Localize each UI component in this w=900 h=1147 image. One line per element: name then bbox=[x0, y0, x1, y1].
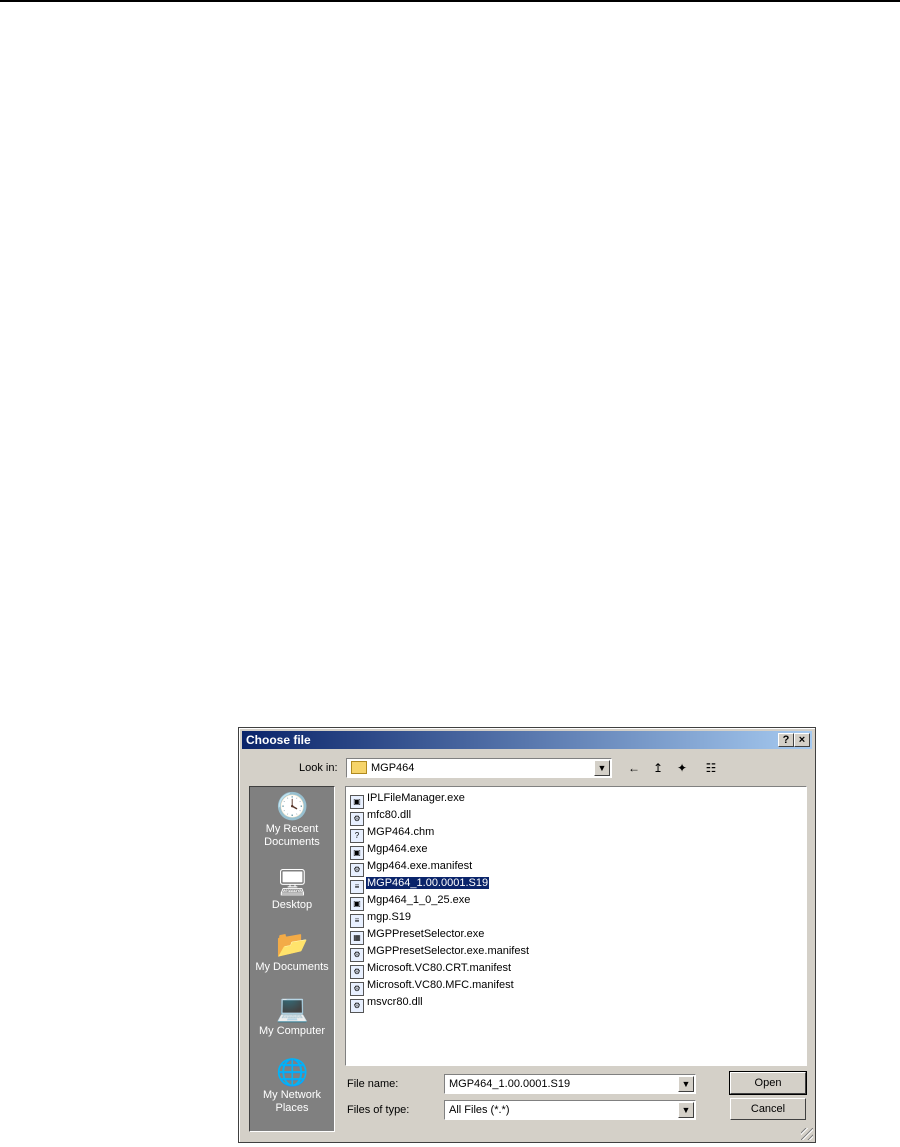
help-button[interactable]: ? bbox=[778, 733, 794, 747]
file-item[interactable]: ▣ Mgp464.exe bbox=[350, 841, 429, 860]
desktop-icon: 🖥 bbox=[276, 867, 310, 897]
back-icon[interactable]: ← bbox=[625, 760, 643, 776]
files-of-type-label: Files of type: bbox=[347, 1104, 410, 1116]
file-item[interactable]: ▦ MGPPresetSelector.exe bbox=[350, 926, 485, 945]
file-item[interactable]: ⚙ Microsoft.VC80.CRT.manifest bbox=[350, 960, 512, 979]
place-my-computer[interactable]: 💻 My Computer bbox=[250, 993, 334, 1038]
place-my-documents[interactable]: 📂 My Documents bbox=[250, 929, 334, 974]
resize-grip[interactable] bbox=[801, 1128, 813, 1140]
choose-file-dialog: Choose file ? × Look in: MGP464 ▼ ← ↥ ✦ … bbox=[238, 727, 816, 1143]
title-bar[interactable]: Choose file ? × bbox=[242, 731, 812, 749]
file-list[interactable]: ▣ IPLFileManager.exe ⚙ mfc80.dll ? MGP464.c… bbox=[345, 786, 807, 1066]
dll-file-icon: ⚙ bbox=[350, 999, 364, 1013]
file-item[interactable]: ▣ Mgp464_1_0_25.exe bbox=[350, 892, 471, 911]
globe-icon: 🌐 bbox=[276, 1057, 309, 1087]
views-menu-icon[interactable]: ☷ bbox=[699, 760, 723, 776]
place-my-recent-documents[interactable]: 🕓 My Recent Documents bbox=[250, 791, 334, 849]
open-button[interactable]: Open bbox=[729, 1071, 807, 1095]
folder-icon bbox=[351, 761, 367, 774]
look-in-value: MGP464 bbox=[371, 762, 415, 774]
files-of-type-select[interactable]: All Files (*.*) ▼ bbox=[444, 1100, 696, 1120]
file-item[interactable]: ≡ mgp.S19 bbox=[350, 909, 412, 928]
places-bar: 🕓 My Recent Documents 🖥 Desktop 📂 My Doc… bbox=[249, 786, 335, 1132]
files-of-type-dropdown-arrow[interactable]: ▼ bbox=[678, 1102, 694, 1118]
file-name-label: File name: bbox=[347, 1078, 399, 1090]
file-item[interactable]: ⚙ MGPPresetSelector.exe.manifest bbox=[350, 943, 530, 962]
file-item[interactable]: ⚙ msvcr80.dll bbox=[350, 994, 424, 1013]
look-in-dropdown[interactable]: MGP464 ▼ bbox=[346, 758, 612, 778]
file-item[interactable]: ⚙ Microsoft.VC80.MFC.manifest bbox=[350, 977, 515, 996]
place-my-network-places[interactable]: 🌐 My Network Places bbox=[250, 1057, 334, 1115]
look-in-dropdown-arrow[interactable]: ▼ bbox=[594, 760, 610, 776]
folder-icon: 📂 bbox=[276, 929, 309, 959]
file-item[interactable]: ⚙ mfc80.dll bbox=[350, 807, 412, 826]
look-in-label: Look in: bbox=[299, 762, 338, 774]
page-top-rule bbox=[0, 0, 900, 2]
place-desktop[interactable]: 🖥 Desktop bbox=[250, 867, 334, 912]
new-folder-icon[interactable]: ✦ bbox=[673, 760, 691, 776]
dialog-title: Choose file bbox=[246, 733, 311, 747]
file-item[interactable]: ? MGP464.chm bbox=[350, 824, 435, 843]
clock-icon: 🕓 bbox=[276, 791, 309, 821]
file-item[interactable]: ⚙ Mgp464.exe.manifest bbox=[350, 858, 473, 877]
computer-icon: 💻 bbox=[276, 993, 309, 1023]
file-item[interactable]: ▣ IPLFileManager.exe bbox=[350, 790, 466, 809]
close-button[interactable]: × bbox=[794, 733, 810, 747]
cancel-button[interactable]: Cancel bbox=[730, 1098, 806, 1120]
file-name-input[interactable]: MGP464_1.00.0001.S19 ▼ bbox=[444, 1074, 696, 1094]
file-item-selected[interactable]: ≡ MGP464_1.00.0001.S19 bbox=[350, 875, 490, 894]
up-folder-icon[interactable]: ↥ bbox=[649, 760, 667, 776]
file-name-dropdown-arrow[interactable]: ▼ bbox=[678, 1076, 694, 1092]
